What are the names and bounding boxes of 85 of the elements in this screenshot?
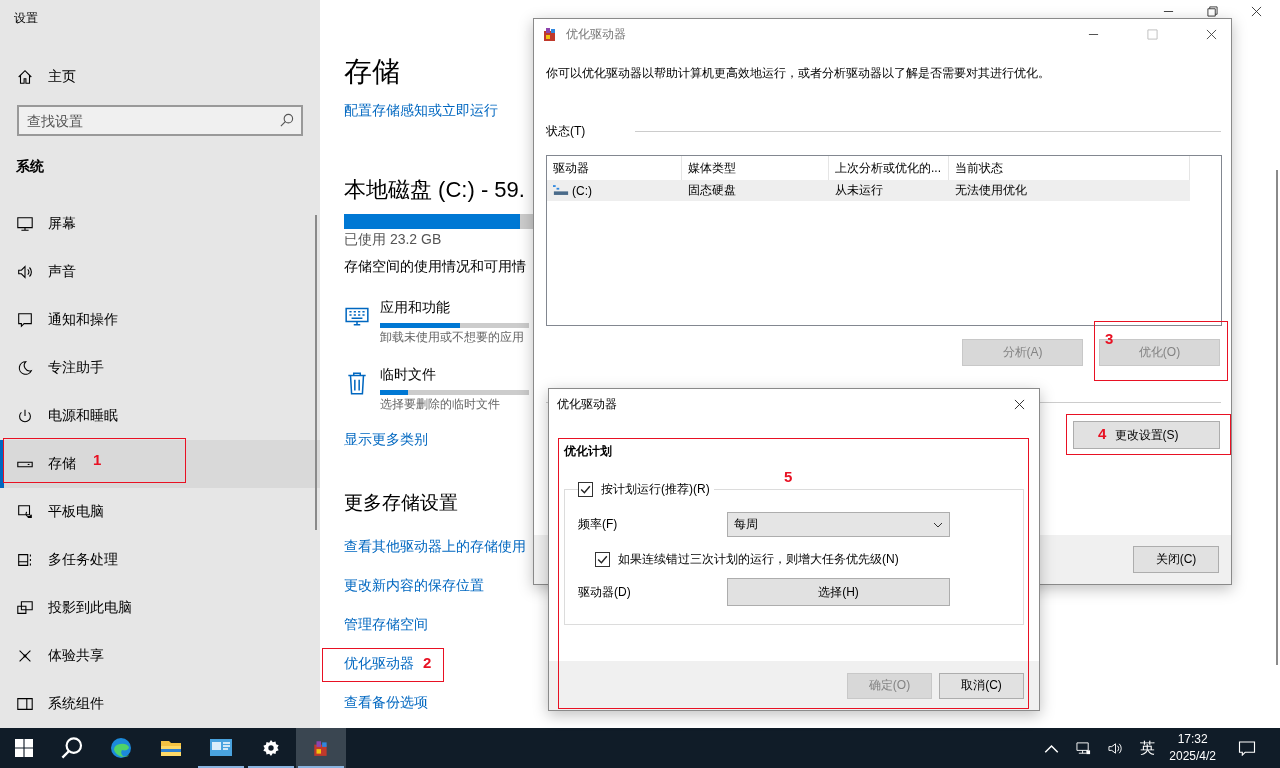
- window-title: 设置: [14, 10, 38, 27]
- scrollbar[interactable]: [1276, 170, 1278, 665]
- language-indicator[interactable]: 英: [1140, 738, 1156, 758]
- category-description: 卸载未使用或不想要的应用: [380, 329, 524, 346]
- cancel-button[interactable]: 取消(C): [939, 672, 1024, 699]
- page-title: 存储: [344, 55, 400, 89]
- home-item[interactable]: 主页: [16, 65, 76, 88]
- checkbox[interactable]: [595, 552, 610, 567]
- nav-item[interactable]: 多任务处理: [0, 536, 320, 584]
- close-button[interactable]: 关闭(C): [1133, 546, 1219, 573]
- field-label: 驱动器(D): [578, 583, 632, 601]
- moon-icon: [16, 359, 34, 377]
- annotation-number: 1: [93, 451, 102, 468]
- settings-link[interactable]: 查看其他驱动器上的存储使用: [344, 537, 526, 557]
- nav-item[interactable]: 电源和睡眠: [0, 392, 320, 440]
- close-icon[interactable]: [1251, 6, 1262, 17]
- checkbox-label: 按计划运行(推荐)(R): [601, 481, 710, 498]
- choose-button[interactable]: 选择(H): [727, 578, 950, 606]
- notification-icon[interactable]: [1238, 740, 1256, 756]
- message-icon: [16, 311, 34, 329]
- scrollbar[interactable]: [315, 215, 317, 530]
- project-icon: [16, 599, 34, 617]
- nav-item[interactable]: 平板电脑: [0, 488, 320, 536]
- section-heading: 更多存储设置: [344, 491, 458, 515]
- window-title: 优化驱动器: [566, 25, 627, 43]
- section-heading: 系统: [16, 158, 44, 176]
- caret-icon: [933, 521, 943, 528]
- show-more-link[interactable]: 显示更多类别: [344, 429, 428, 449]
- defrag-app-icon: [542, 26, 558, 42]
- annotation-number: 5: [784, 468, 793, 485]
- group-label: 状态(T): [546, 123, 586, 140]
- network-icon[interactable]: [1076, 740, 1092, 756]
- home-icon: [16, 67, 34, 86]
- nav-item[interactable]: 专注助手: [0, 344, 320, 392]
- used-space: 已使用 23.2 GB: [344, 230, 442, 249]
- nav-item[interactable]: 通知和操作: [0, 296, 320, 344]
- close-icon[interactable]: [1014, 398, 1025, 410]
- speaker-icon: [16, 263, 34, 281]
- nav-item[interactable]: 屏幕: [0, 200, 320, 248]
- category-name[interactable]: 应用和功能: [380, 297, 450, 317]
- power-icon: [16, 407, 34, 425]
- search-field[interactable]: 查找设置: [17, 105, 303, 136]
- annotation-number: 2: [423, 654, 432, 671]
- checkbox[interactable]: [578, 482, 593, 497]
- nav-item[interactable]: 声音: [0, 248, 320, 296]
- close-icon[interactable]: [1206, 28, 1217, 40]
- volume-icon[interactable]: [1108, 740, 1124, 756]
- settings-link[interactable]: 查看备份选项: [344, 693, 428, 713]
- clock[interactable]: 17:32 2025/4/2: [1169, 731, 1216, 765]
- start-icon[interactable]: [15, 739, 33, 757]
- field-label: 频率(F): [578, 516, 619, 533]
- settings-link[interactable]: 优化驱动器: [344, 654, 414, 674]
- maximize-icon: [1147, 28, 1158, 40]
- window-title: 优化驱动器: [557, 395, 618, 413]
- settings-icon[interactable]: [262, 739, 280, 757]
- defrag-app-icon[interactable]: [312, 739, 330, 757]
- search-icon[interactable]: [60, 736, 84, 760]
- checkbox-label: 如果连续错过三次计划的运行，则增大任务优先级(N): [618, 551, 899, 568]
- browser-icon[interactable]: [109, 736, 133, 760]
- nav-item[interactable]: 体验共享: [0, 632, 320, 680]
- usage-description: 存储空间的使用情况和可用情: [344, 258, 526, 276]
- nav-item[interactable]: 投影到此电脑: [0, 584, 320, 632]
- table-cell: 固态硬盘: [688, 182, 736, 199]
- table-cell: 从未运行: [835, 182, 883, 199]
- category-description: 选择要删除的临时文件: [380, 396, 500, 413]
- table-cell: (C:): [572, 183, 592, 198]
- category-name[interactable]: 临时文件: [380, 364, 436, 384]
- panel-icon: [16, 695, 34, 713]
- disk-title: 本地磁盘 (C:) - 59.: [344, 176, 525, 204]
- settings-link[interactable]: 更改新内容的保存位置: [344, 576, 484, 596]
- monitor-icon: [16, 215, 34, 233]
- annotation-number: 4: [1098, 425, 1107, 442]
- storage-sense-link[interactable]: 配置存储感知或立即运行: [344, 100, 498, 120]
- restore-icon[interactable]: [1207, 6, 1218, 17]
- tablet-icon: [16, 503, 34, 521]
- section-heading: 优化计划: [564, 443, 613, 460]
- frequency-dropdown[interactable]: 每周: [727, 512, 950, 537]
- multitask-icon: [16, 551, 34, 569]
- nav-item[interactable]: 系统组件: [0, 680, 320, 728]
- settings-link[interactable]: 管理存储空间: [344, 615, 428, 635]
- search-icon: [279, 113, 294, 128]
- table-cell: 无法使用优化: [955, 182, 1027, 199]
- dialog-description: 你可以优化驱动器以帮助计算机更高效地运行，或者分析驱动器以了解是否需要对其进行优化。: [546, 65, 1051, 82]
- table-row[interactable]: (C:) 固态硬盘 从未运行 无法使用优化: [547, 180, 1190, 201]
- drive-icon: [553, 185, 569, 196]
